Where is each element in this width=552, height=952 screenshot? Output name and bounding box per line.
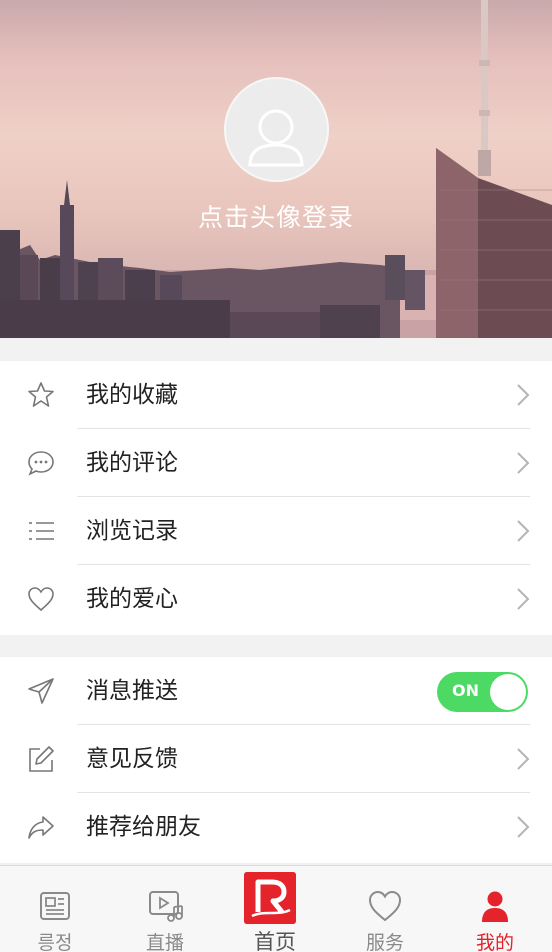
- menu-item-label: 我的评论: [86, 450, 178, 476]
- menu-item-share[interactable]: 推荐给朋友: [0, 793, 552, 861]
- menu-item-label: 我的收藏: [86, 382, 178, 408]
- heart-outline-icon: [368, 890, 402, 922]
- edit-icon: [29, 746, 54, 772]
- menu-item-comments[interactable]: 我的评论: [0, 429, 552, 497]
- menu-item-label: 消息推送: [86, 678, 178, 704]
- heart-icon: [28, 587, 54, 612]
- tab-live[interactable]: 直播: [110, 866, 220, 952]
- star-icon: [28, 382, 54, 407]
- chevron-right-icon: [517, 452, 530, 474]
- profile-header-banner: 点击头像登录: [0, 0, 552, 338]
- menu-item-history[interactable]: 浏览记录: [0, 497, 552, 565]
- avatar-button[interactable]: [224, 77, 329, 182]
- chevron-right-icon: [517, 384, 530, 406]
- tab-label: 我的: [475, 932, 514, 952]
- tab-label: 릉정: [37, 932, 73, 952]
- menu-item-label: 我的爱心: [86, 586, 178, 612]
- default-user-icon: [248, 109, 304, 167]
- tab-label: 首页: [254, 930, 296, 952]
- menu-item-feedback[interactable]: 意见反馈: [0, 725, 552, 793]
- tab-label: 服务: [365, 932, 404, 952]
- live-video-icon: [149, 891, 183, 922]
- menu-item-favorites[interactable]: 我的收藏: [0, 361, 552, 429]
- tab-news[interactable]: 릉정: [0, 866, 110, 952]
- tab-label: 直播: [145, 932, 184, 952]
- menu-item-label: 浏览记录: [86, 518, 178, 544]
- newspaper-icon: [40, 892, 70, 920]
- profile-page: 点击头像登录 我的收藏 我的评论 浏览记录 我的爱心 消息推送 ON 意见反馈 …: [0, 0, 552, 952]
- menu-item-label: 意见反馈: [86, 746, 178, 772]
- menu-item-love[interactable]: 我的爱心: [0, 565, 552, 633]
- toggle-knob: [490, 674, 526, 710]
- chevron-right-icon: [517, 520, 530, 542]
- menu-section-settings: 消息推送 ON 意见反馈 推荐给朋友: [0, 657, 552, 863]
- send-icon: [28, 678, 54, 704]
- comment-icon: [28, 451, 54, 476]
- chevron-right-icon: [517, 588, 530, 610]
- menu-item-label: 推荐给朋友: [86, 814, 201, 840]
- push-notification-toggle[interactable]: ON: [437, 672, 528, 712]
- login-prompt[interactable]: 点击头像登录: [0, 198, 552, 234]
- chevron-right-icon: [517, 816, 530, 838]
- list-icon: [29, 522, 54, 540]
- bottom-tab-bar: 릉정 直播 首页 服务 我的: [0, 865, 552, 952]
- menu-section-personal: 我的收藏 我的评论 浏览记录 我的爱心: [0, 361, 552, 635]
- share-icon: [28, 816, 54, 839]
- menu-item-push-notifications: 消息推送 ON: [0, 657, 552, 725]
- chevron-right-icon: [517, 748, 530, 770]
- toggle-state-label: ON: [452, 681, 479, 700]
- user-icon: [482, 891, 508, 922]
- tab-service[interactable]: 服务: [330, 866, 440, 952]
- tab-mine[interactable]: 我的: [440, 866, 550, 952]
- tab-home[interactable]: 首页: [220, 866, 330, 952]
- home-logo: [244, 872, 296, 924]
